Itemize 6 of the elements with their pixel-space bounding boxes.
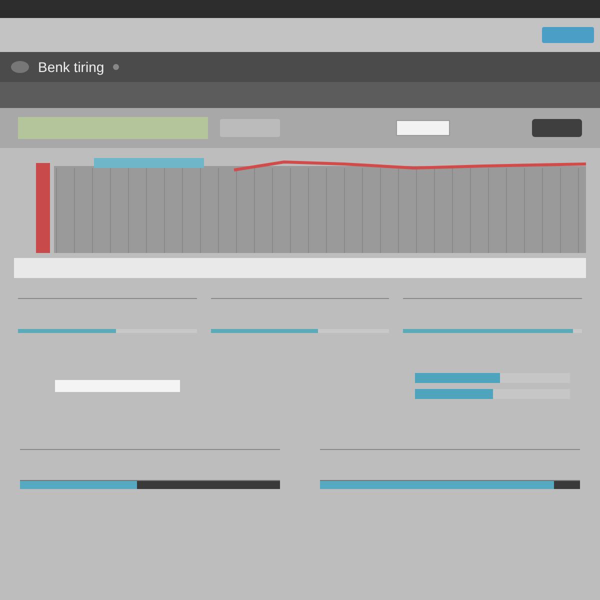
input-field[interactable]: [396, 120, 450, 136]
logo-icon: [10, 60, 30, 74]
action-button[interactable]: [542, 27, 594, 43]
dot-icon: [112, 63, 120, 71]
apply-button[interactable]: [532, 119, 582, 137]
app-title: Benk tiring: [38, 59, 104, 75]
